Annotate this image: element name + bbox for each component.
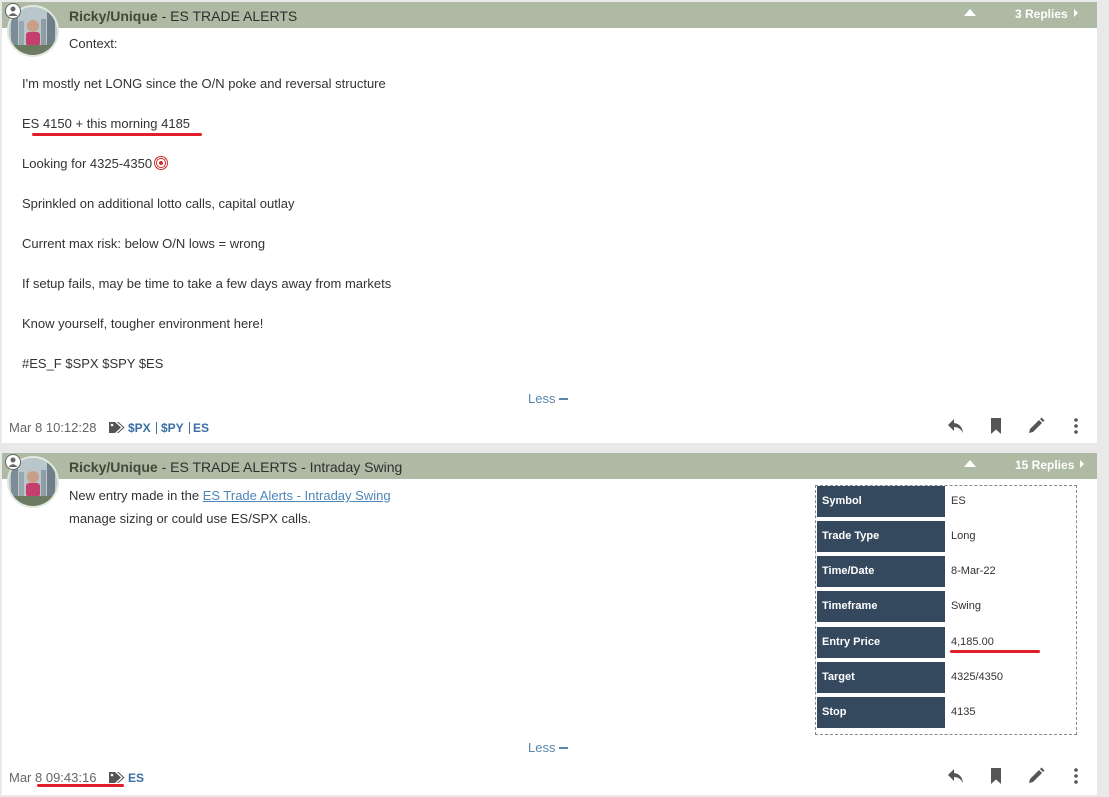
post-line: #ES_F $SPX $SPY $ES [22, 356, 164, 371]
less-toggle[interactable]: Less [528, 740, 569, 755]
post-line: Current max risk: below O/N lows = wrong [22, 236, 266, 251]
post-line: If setup fails, may be time to take a fe… [22, 276, 392, 291]
post-author: Ricky/Unique - ES TRADE ALERTS [69, 8, 297, 24]
trade-row-symbol: Symbol ES [816, 486, 1076, 518]
author-name[interactable]: Ricky/Unique [69, 459, 158, 475]
less-label: Less [528, 391, 556, 406]
trade-row-stop: Stop 4135 [816, 697, 1076, 729]
trade-value: ES [951, 495, 966, 507]
caret-up-icon[interactable] [964, 9, 976, 16]
trade-label: Target [817, 662, 945, 693]
highlight-underline [37, 784, 124, 787]
tag-link[interactable]: ES [128, 771, 144, 785]
user-icon [5, 3, 21, 19]
post-line: Sprinkled on additional lotto calls, cap… [22, 196, 295, 211]
alert-post-1: Ricky/Unique - ES TRADE ALERTS 3 Replies… [2, 2, 1097, 443]
highlight-underline [32, 133, 202, 136]
trade-row-time-date: Time/Date 8-Mar-22 [816, 556, 1076, 588]
replies-count: 3 Replies [1015, 7, 1068, 21]
caret-up-icon[interactable] [964, 460, 976, 467]
alert-post-2: Ricky/Unique - ES TRADE ALERTS - Intrada… [2, 453, 1097, 795]
trade-row-target: Target 4325/4350 [816, 662, 1076, 694]
avatar[interactable] [5, 3, 59, 57]
trade-label: Entry Price [817, 627, 945, 658]
tag-link[interactable]: $PX [128, 421, 151, 435]
post-line: Looking for 4325-4350 [22, 156, 153, 171]
more-icon[interactable] [1066, 416, 1086, 436]
trade-row-entry-price: Entry Price 4,185.00 [816, 627, 1076, 659]
post-line-prefix: New entry made in the [69, 488, 203, 503]
tag-separator [156, 422, 157, 434]
author-name[interactable]: Ricky/Unique [69, 8, 158, 24]
chevron-right-icon [1080, 460, 1085, 468]
minus-icon [559, 747, 569, 749]
post-line: Context: [69, 36, 118, 51]
less-toggle[interactable]: Less [528, 391, 569, 406]
highlight-underline [950, 650, 1040, 653]
post-line: I'm mostly net LONG since the O/N poke a… [22, 76, 386, 91]
replies-count: 15 Replies [1015, 458, 1075, 472]
replies-link[interactable]: 15 Replies [1015, 458, 1085, 472]
chevron-right-icon [1073, 9, 1078, 17]
tag-link[interactable]: $PY [161, 421, 184, 435]
reply-icon[interactable] [946, 416, 966, 436]
trade-label: Trade Type [817, 521, 945, 552]
post-timestamp: Mar 8 10:12:28 [9, 420, 97, 435]
edit-icon[interactable] [1026, 766, 1046, 786]
tag-icon [109, 772, 125, 783]
trade-value: 4,185.00 [951, 636, 994, 648]
more-icon[interactable] [1066, 766, 1086, 786]
trade-label: Symbol [817, 486, 945, 517]
trade-label: Time/Date [817, 556, 945, 587]
post-author: Ricky/Unique - ES TRADE ALERTS - Intrada… [69, 459, 402, 475]
trade-details-table: Symbol ES Trade Type Long Time/Date 8-Mar-2… [815, 485, 1077, 735]
post-line: ES 4150 + this morning 4185 [22, 116, 191, 131]
user-icon [5, 454, 21, 470]
target-emoji-icon [154, 156, 169, 170]
trade-row-trade-type: Trade Type Long [816, 521, 1076, 553]
avatar[interactable] [5, 454, 59, 508]
trade-value: 8-Mar-22 [951, 565, 996, 577]
post-timestamp: Mar 8 09:43:16 [9, 770, 97, 785]
trade-value: 4325/4350 [951, 671, 1003, 683]
trade-row-timeframe: Timeframe Swing [816, 591, 1076, 623]
bookmark-icon[interactable] [986, 416, 1006, 436]
edit-icon[interactable] [1026, 416, 1046, 436]
post-line: New entry made in the ES Trade Alerts - … [69, 488, 391, 503]
post-line: manage sizing or could use ES/SPX calls. [69, 511, 312, 526]
trade-value: Long [951, 530, 976, 542]
alert-channel-link[interactable]: ES Trade Alerts - Intraday Swing [203, 488, 391, 503]
trade-label: Stop [817, 697, 945, 728]
bookmark-icon[interactable] [986, 766, 1006, 786]
tag-separator [189, 422, 190, 434]
post-line-with-emoji: Looking for 4325-4350 [22, 156, 169, 171]
trade-value: 4135 [951, 706, 976, 718]
reply-icon[interactable] [946, 766, 966, 786]
trade-value: Swing [951, 600, 981, 612]
minus-icon [559, 398, 569, 400]
post-title: - ES TRADE ALERTS [157, 8, 298, 24]
replies-link[interactable]: 3 Replies [1015, 7, 1078, 21]
post-line: Know yourself, tougher environment here! [22, 316, 264, 331]
tag-link[interactable]: ES [193, 421, 209, 435]
post-title: - ES TRADE ALERTS - Intraday Swing [157, 459, 403, 475]
tag-icon [109, 422, 125, 433]
less-label: Less [528, 740, 556, 755]
trade-label: Timeframe [817, 591, 945, 622]
